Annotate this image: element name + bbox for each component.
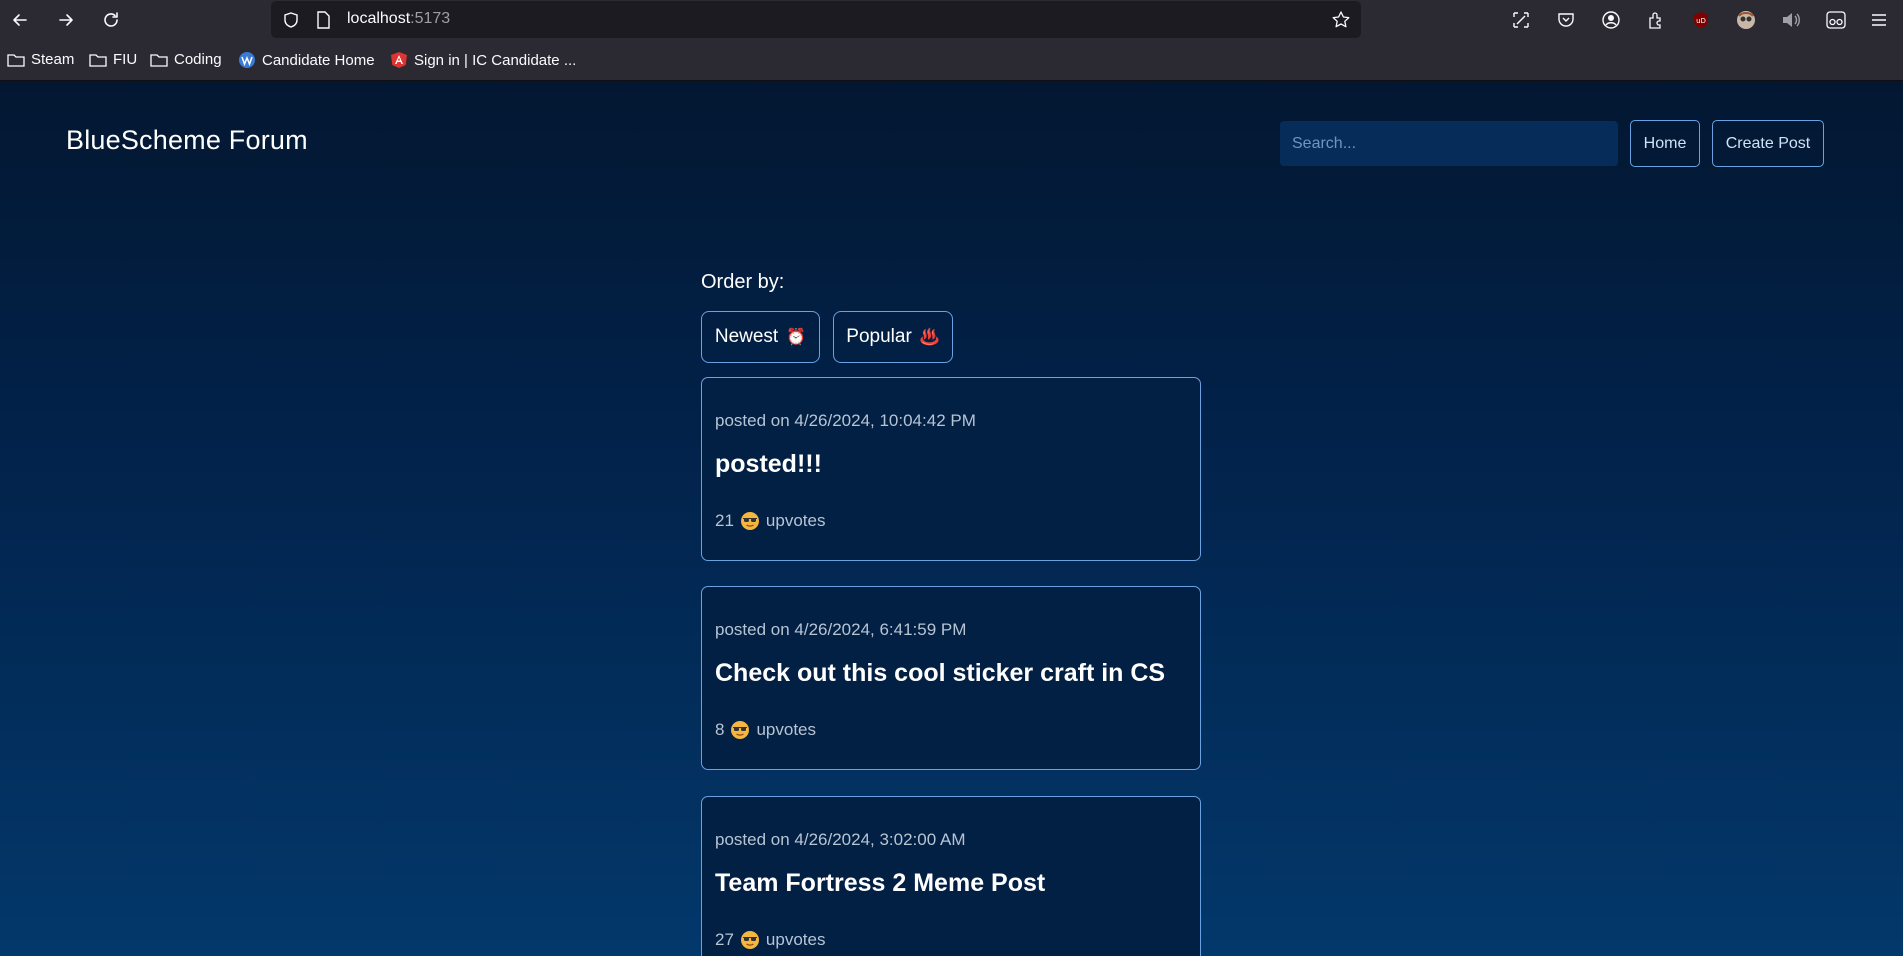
- avatar-extension-icon[interactable]: [1733, 7, 1759, 33]
- vote-suffix: upvotes: [765, 511, 826, 530]
- post-title[interactable]: Team Fortress 2 Meme Post: [715, 869, 1045, 898]
- sort-newest-label: Newest: [714, 326, 779, 347]
- post-title[interactable]: posted!!!: [715, 450, 822, 479]
- bookmark-label: Steam: [31, 51, 75, 68]
- sunglasses-face-icon: [731, 721, 750, 739]
- alarm-clock-icon: ⏰: [786, 329, 807, 346]
- vote-count: 27: [715, 930, 734, 949]
- back-icon[interactable]: [6, 6, 34, 34]
- folder-icon: [150, 53, 168, 67]
- browser-toolbar: localhost:5173 uD: [0, 0, 1903, 40]
- post-card[interactable]: posted on 4/26/2024, 6:41:59 PM Check ou…: [701, 586, 1201, 770]
- reader-view-icon[interactable]: [1823, 7, 1849, 33]
- candidate-logo-icon: [239, 52, 255, 68]
- sort-popular-label: Popular: [846, 326, 912, 347]
- menu-icon[interactable]: [1866, 7, 1892, 33]
- order-by-label: Order by:: [701, 271, 785, 293]
- site-title[interactable]: BlueScheme Forum: [66, 125, 308, 156]
- url-text[interactable]: localhost:5173: [347, 10, 450, 28]
- angular-logo-icon: [391, 52, 407, 68]
- shield-icon[interactable]: [280, 9, 302, 31]
- bookmark-candidate-home[interactable]: Candidate Home: [238, 51, 375, 69]
- post-title[interactable]: Check out this cool sticker craft in CS: [715, 659, 1165, 688]
- ublock-icon[interactable]: uD: [1688, 7, 1714, 33]
- screenshot-icon[interactable]: [1508, 7, 1534, 33]
- bookmark-fiu[interactable]: FIU: [89, 51, 137, 68]
- bookmarks-bar: Steam FIU Coding Candidate Home Sign in …: [0, 40, 1903, 81]
- bookmark-label: Sign in | IC Candidate ...: [414, 51, 577, 69]
- address-bar[interactable]: localhost:5173: [271, 1, 1361, 38]
- bookmark-label: FIU: [113, 51, 138, 68]
- page-icon[interactable]: [312, 9, 334, 31]
- bookmark-star-icon[interactable]: [1330, 9, 1352, 31]
- vote-suffix: upvotes: [765, 930, 826, 949]
- bookmark-label: Coding: [174, 51, 222, 68]
- search-input[interactable]: [1280, 121, 1618, 166]
- sunglasses-face-icon: [740, 931, 759, 949]
- url-host: localhost: [347, 10, 411, 27]
- create-post-button[interactable]: Create Post: [1712, 120, 1824, 167]
- hot-springs-icon: ♨️: [919, 329, 940, 346]
- folder-icon: [89, 53, 107, 67]
- post-votes: 8 upvotes: [715, 720, 816, 740]
- post-card[interactable]: posted on 4/26/2024, 3:02:00 AM Team For…: [701, 796, 1201, 956]
- speaker-icon[interactable]: [1778, 7, 1804, 33]
- folder-icon: [7, 53, 25, 67]
- sunglasses-face-icon: [740, 512, 759, 530]
- forward-icon[interactable]: [52, 6, 80, 34]
- bookmark-coding[interactable]: Coding: [150, 51, 222, 68]
- url-port: :5173: [410, 10, 451, 27]
- post-date: posted on 4/26/2024, 6:41:59 PM: [715, 620, 967, 639]
- post-date: posted on 4/26/2024, 10:04:42 PM: [715, 411, 976, 430]
- svg-text:uD: uD: [1696, 17, 1706, 25]
- sort-newest-button[interactable]: Newest ⏰: [701, 311, 820, 363]
- sort-popular-button[interactable]: Popular ♨️: [833, 311, 953, 363]
- bookmark-label: Candidate Home: [262, 51, 375, 69]
- post-votes: 21 upvotes: [715, 511, 825, 531]
- pocket-icon[interactable]: [1553, 7, 1579, 33]
- vote-suffix: upvotes: [756, 720, 817, 739]
- account-icon[interactable]: [1598, 7, 1624, 33]
- vote-count: 21: [715, 511, 734, 530]
- post-card[interactable]: posted on 4/26/2024, 10:04:42 PM posted!…: [701, 377, 1201, 561]
- bookmark-ic-candidate[interactable]: Sign in | IC Candidate ...: [390, 51, 576, 69]
- post-date: posted on 4/26/2024, 3:02:00 AM: [715, 830, 966, 849]
- vote-count: 8: [715, 720, 725, 739]
- home-button[interactable]: Home: [1630, 120, 1700, 167]
- extensions-icon[interactable]: [1643, 7, 1669, 33]
- reload-icon[interactable]: [97, 6, 125, 34]
- post-votes: 27 upvotes: [715, 930, 825, 950]
- bookmark-steam[interactable]: Steam: [7, 51, 74, 68]
- page-content: BlueScheme Forum Home Create Post Order …: [0, 81, 1903, 956]
